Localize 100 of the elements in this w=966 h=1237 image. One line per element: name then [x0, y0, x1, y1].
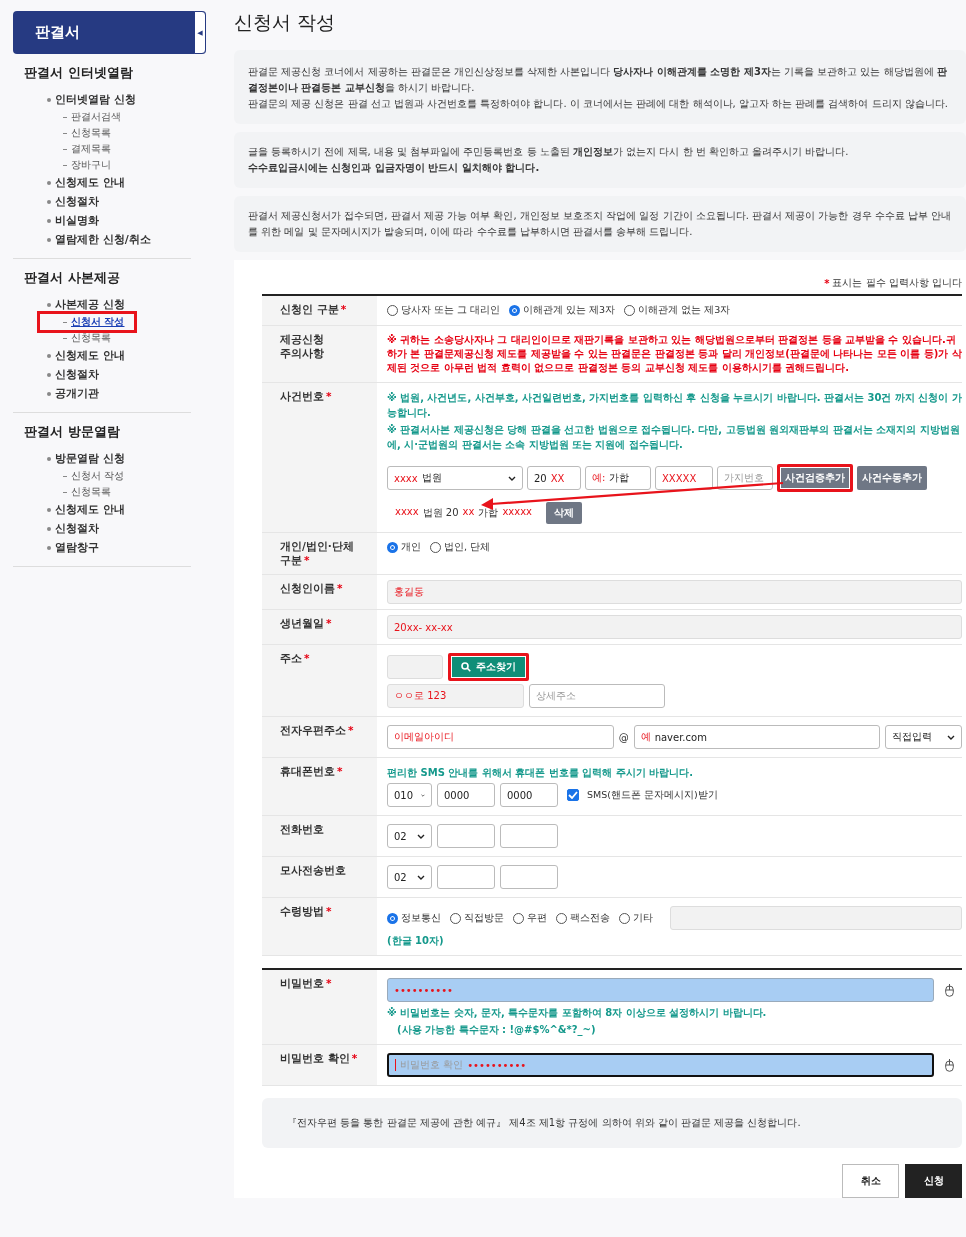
bullet-icon: [47, 353, 51, 358]
prefix-select[interactable]: 010: [387, 783, 432, 807]
text-field[interactable]: 홍길동: [387, 580, 962, 604]
radio-option[interactable]: 이해관계 없는 제3자: [624, 304, 731, 317]
cancel-button[interactable]: 취소: [842, 1164, 899, 1198]
sidebar-item[interactable]: 인터넷열람 신청: [55, 92, 136, 107]
hint-text: 편리한 SMS 안내를 위해서 휴대폰 번호를 입력해 주시기 바랍니다.: [387, 766, 694, 780]
bullet-icon: [47, 391, 51, 396]
sidebar-item[interactable]: 공개기관: [55, 386, 99, 401]
prefix-select[interactable]: 02: [387, 824, 432, 848]
chevron-icon: [417, 874, 425, 880]
sidebar-item[interactable]: 사본제공 신청: [55, 297, 125, 312]
sidebar-item[interactable]: 신청제도 안내: [55, 348, 125, 363]
sidebar-subitem[interactable]: 신청목록: [71, 331, 111, 345]
phone-field[interactable]: 0000: [437, 783, 495, 807]
sidebar-item[interactable]: 신청절차: [55, 194, 99, 209]
declaration-text: 『전자우편 등을 통한 판결문 제공에 관한 예규』 제4조 제1항 규정에 의하여 위와 같이 판결문 제공을 신청합니다.: [262, 1098, 962, 1148]
sidebar-subitem[interactable]: 판결서검색: [71, 110, 121, 124]
phone-field[interactable]: [500, 865, 558, 889]
field-label: 수령방법 *: [262, 898, 377, 955]
sms-checkbox[interactable]: SMS(핸드폰 문자메시지)받기: [567, 788, 718, 802]
radio-option[interactable]: 우편: [513, 911, 547, 925]
bullet-icon: [47, 97, 51, 102]
bullet-icon: [47, 180, 51, 185]
sidebar-item[interactable]: 신청절차: [55, 521, 99, 536]
mouse-icon: [945, 983, 954, 997]
dash-icon: [63, 164, 67, 166]
sidebar-subitem[interactable]: 신청목록: [71, 126, 111, 140]
required-mark: *: [824, 277, 830, 289]
bullet-icon: [47, 372, 51, 377]
domain-select[interactable]: 직접입력: [884, 725, 962, 749]
add-case-button[interactable]: 사건검증추가: [777, 464, 853, 492]
notice-text: 판결서 제공신청서가 접수되면, 판결서 제공 가능 여부 확인, 개인정보 보호조치 작업에 일정 기간이 소요됩니다. 판결서 제공이 가능한 경우 수수료 납부 안내를 위한 메일 및 문자메시지가 발송되며, 이에 따라 수수료를 납부하시면 판결서를 송부해 드립니다.: [248, 209, 952, 239]
sidebar-subitem[interactable]: 결제목록: [71, 142, 111, 156]
text-field[interactable]: 20xx- xx-xx: [387, 615, 962, 639]
add-case-button[interactable]: 사건수동추가: [857, 466, 927, 490]
sidebar-item[interactable]: 열람제한 신청/취소: [55, 232, 151, 247]
zip-field[interactable]: [387, 655, 443, 679]
warning-text: ※ 귀하는 소송당사자나 그 대리인이므로 재판기록을 보관하고 있는 해당법원으로부터 판결정본 등을 교부받을 수 있습니다.귀하가 본 판결문제공신청 제도를 제공받을 수 있는 판결문은 판결정본 등과 달리 개인정보(판결문에 나타나는 모든 이름 등)가 삭제된 것으로 아무런 법적 효력이 없으므로 판결정본 등의 교부신청 제도를 이용하시기를 권해드립니다.: [387, 333, 962, 375]
search-icon: [461, 662, 471, 672]
email-field[interactable]: 예 naver.com: [633, 725, 880, 749]
radio-option[interactable]: 법인, 단체: [430, 541, 491, 554]
field-label: 생년월일 *: [262, 610, 377, 644]
sidebar-subitem[interactable]: 장바구니: [71, 158, 111, 172]
case-input[interactable]: 20 XX: [527, 466, 581, 490]
field-label: 휴대폰번호 *: [262, 758, 377, 815]
sidebar-item[interactable]: 열람창구: [55, 540, 99, 555]
sidebar-item[interactable]: 신청절차: [55, 367, 99, 382]
notice-text: 수수료입금시에는 신청인과 입금자명이 반드시 일치해야 합니다.: [248, 161, 541, 175]
radio-option[interactable]: 정보통신: [387, 911, 441, 925]
sidebar-title: 판결서: [34, 23, 80, 42]
other-field[interactable]: [670, 906, 962, 930]
field-label: 전자우편주소 *: [262, 717, 377, 757]
sidebar-item[interactable]: 비실명화: [55, 213, 99, 228]
hint-text: (사용 가능한 특수문자 : !@#$%^&*?_~): [396, 1023, 597, 1037]
phone-field[interactable]: 0000: [500, 783, 558, 807]
field-label: 사건번호 *: [262, 383, 377, 532]
phone-field[interactable]: [437, 824, 495, 848]
section-heading: 판결서 방문열람: [23, 423, 121, 441]
sidebar-item[interactable]: 신청제도 안내: [55, 502, 125, 517]
court-select[interactable]: xxxx 법원: [387, 466, 523, 490]
submit-button[interactable]: 신청: [905, 1164, 962, 1198]
mouse-icon: [945, 1058, 954, 1072]
phone-field[interactable]: [437, 865, 495, 889]
prefix-select[interactable]: 02: [387, 865, 432, 889]
email-field[interactable]: 이메일아이디: [387, 725, 614, 749]
at-sign: @: [618, 731, 629, 743]
sidebar-item[interactable]: 방문열람 신청: [55, 451, 125, 466]
bullet-icon: [47, 237, 51, 242]
radio-option[interactable]: 당사자 또는 그 대리인: [387, 304, 501, 317]
address-search-button[interactable]: 주소찾기: [448, 653, 529, 681]
field-label: 비밀번호 확인 *: [262, 1045, 377, 1085]
chevron-icon: [947, 734, 955, 740]
bullet-icon: [47, 199, 51, 204]
chevron-icon: [421, 792, 425, 798]
phone-field[interactable]: [500, 824, 558, 848]
address-field[interactable]: ㅇㅇ로 123: [387, 684, 524, 708]
sidebar-item[interactable]: 신청제도 안내: [55, 175, 125, 190]
dash-icon: [63, 491, 67, 493]
radio-option[interactable]: 이해관계 있는 제3자: [509, 304, 616, 317]
sidebar-subitem[interactable]: 신청목록: [71, 485, 111, 499]
page-title: 신청서 작성: [234, 10, 337, 35]
radio-option[interactable]: 직접방문: [450, 911, 504, 925]
sidebar-subitem[interactable]: 신청서 작성: [71, 469, 125, 483]
section-heading: 판결서 인터넷열람: [23, 64, 134, 82]
dash-icon: [63, 475, 67, 477]
radio-option[interactable]: 개인: [387, 541, 421, 554]
field-label: 개인/법인·단체 구분 *: [262, 533, 377, 574]
chevron-icon: [508, 475, 516, 481]
radio-option[interactable]: 팩스전송: [556, 911, 610, 925]
dash-icon: [63, 148, 67, 150]
dash-icon: [63, 337, 67, 339]
case-input[interactable]: 예: 가합: [585, 466, 651, 490]
chevron-icon: [417, 833, 425, 839]
case-input[interactable]: XXXXX: [655, 466, 713, 490]
delete-button[interactable]: 삭제: [546, 502, 582, 524]
hint-text: ※ 판결서사본 제공신청은 당해 판결을 선고한 법원으로 접수됩니다. 다만, 고등법원 원외재판부의 판결서는 소재지의 지방법원에, 시·군법원의 판결서는 소속 지방법원 또는 지원에 접수됩니다.: [387, 423, 961, 452]
sidebar-subitem[interactable]: 신청서 작성: [71, 315, 125, 329]
radio-option[interactable]: 기타: [619, 911, 653, 925]
field-label: 모사전송번호: [262, 857, 377, 897]
